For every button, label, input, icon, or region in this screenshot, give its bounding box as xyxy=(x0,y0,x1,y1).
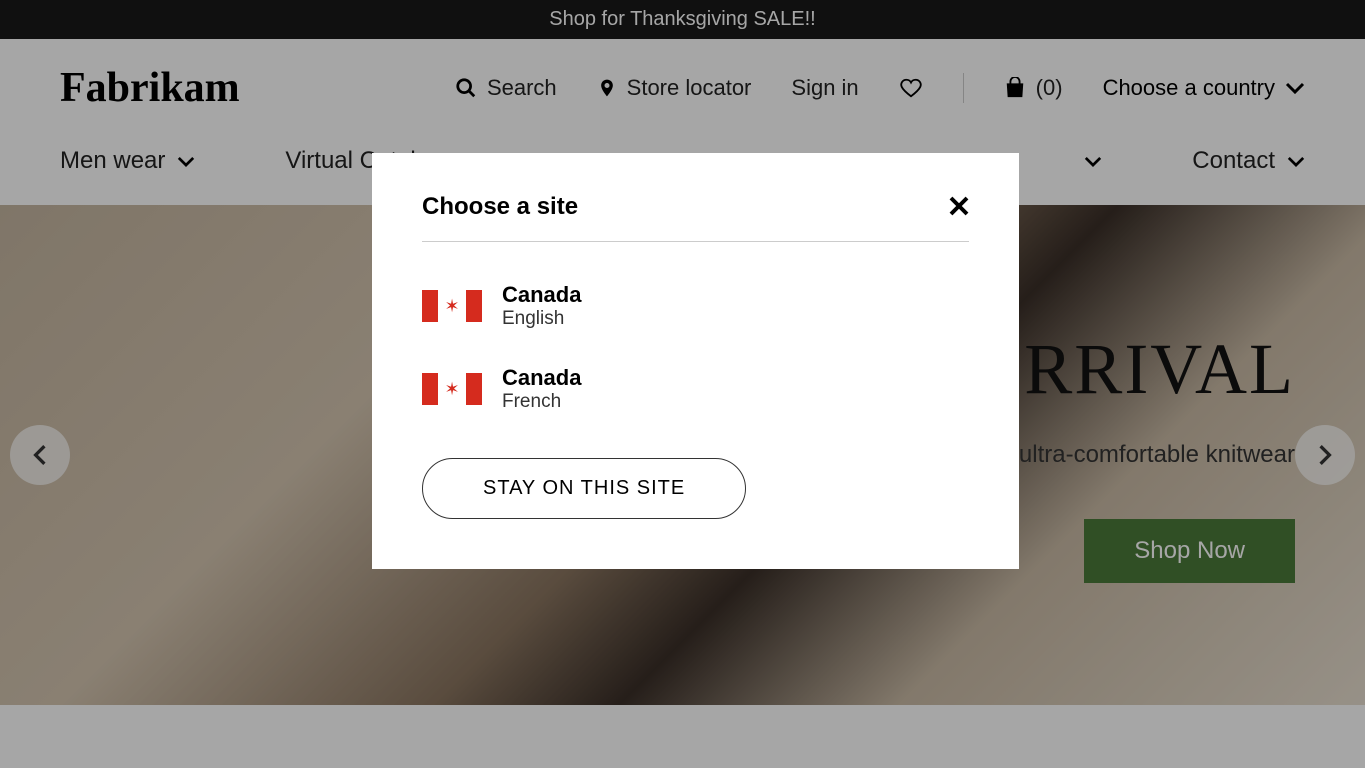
site-country: Canada xyxy=(502,282,581,308)
site-country: Canada xyxy=(502,365,581,391)
canada-flag-icon: ✶ xyxy=(422,290,482,322)
site-option-canada-english[interactable]: ✶ Canada English xyxy=(422,282,969,330)
canada-flag-icon: ✶ xyxy=(422,373,482,405)
site-option-canada-french[interactable]: ✶ Canada French xyxy=(422,365,969,413)
stay-on-site-button[interactable]: STAY ON THIS SITE xyxy=(422,458,746,519)
site-text: Canada English xyxy=(502,282,581,330)
site-language: English xyxy=(502,308,581,330)
modal-header: Choose a site xyxy=(422,193,969,242)
modal-title: Choose a site xyxy=(422,193,578,221)
close-button[interactable] xyxy=(949,193,969,221)
site-picker-modal: Choose a site ✶ Canada English ✶ Canada … xyxy=(372,153,1019,569)
site-language: French xyxy=(502,391,581,413)
site-text: Canada French xyxy=(502,365,581,413)
close-icon xyxy=(949,196,969,216)
site-list: ✶ Canada English ✶ Canada French STAY ON… xyxy=(422,242,969,519)
